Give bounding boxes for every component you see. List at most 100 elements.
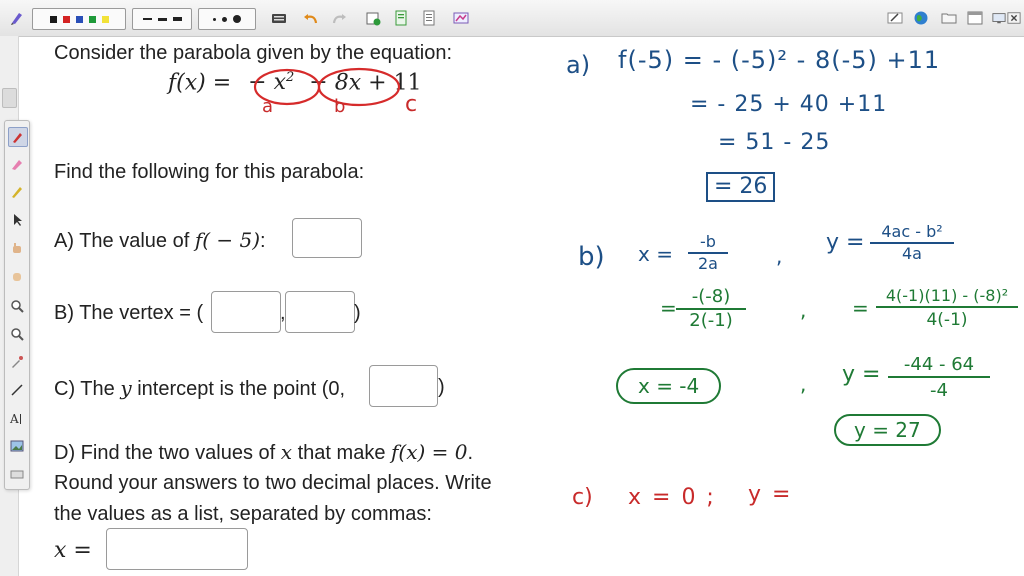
width-thick[interactable] bbox=[233, 15, 241, 23]
part-b-x-lhs: x = bbox=[638, 242, 673, 266]
question-c-close: ) bbox=[438, 376, 445, 398]
line-style-selector[interactable] bbox=[132, 8, 192, 30]
part-b-y-denominator: 4a bbox=[902, 244, 922, 263]
insert-icon[interactable] bbox=[392, 8, 410, 28]
part-b-y-lhs: y = bbox=[826, 230, 865, 255]
svg-text:A: A bbox=[9, 412, 19, 425]
undo-icon[interactable] bbox=[302, 8, 320, 28]
circle-b bbox=[317, 67, 401, 107]
color-black[interactable] bbox=[49, 15, 57, 23]
part-b-y-sub-eq: = bbox=[852, 296, 869, 320]
keyboard-icon[interactable] bbox=[270, 8, 288, 28]
question-c-text-2: intercept is the point (0, bbox=[131, 378, 346, 400]
part-a-label: a) bbox=[566, 51, 591, 79]
screenshot-icon[interactable] bbox=[452, 8, 470, 28]
eyedropper-icon[interactable] bbox=[8, 353, 26, 371]
text-icon[interactable]: A bbox=[8, 409, 26, 427]
pan-icon[interactable] bbox=[8, 267, 26, 285]
question-a-text: A) The value of bbox=[54, 230, 195, 252]
equation-lhs: f(x) = bbox=[168, 70, 232, 96]
zoom-out-icon[interactable] bbox=[8, 325, 26, 343]
part-b-x-answer: x = -4 bbox=[616, 368, 722, 404]
answer-b-x-input[interactable] bbox=[211, 291, 281, 333]
color-yellow[interactable] bbox=[101, 15, 109, 23]
image-icon[interactable] bbox=[8, 437, 26, 455]
width-thin[interactable] bbox=[213, 17, 216, 21]
part-b-comma-2: , bbox=[800, 298, 807, 322]
color-green[interactable] bbox=[88, 15, 96, 23]
width-medium[interactable] bbox=[222, 16, 227, 22]
part-c-work: x = 0 ; bbox=[628, 485, 716, 510]
question-d-line3: the values as a list, separated by comma… bbox=[54, 503, 432, 525]
part-b-y-eval-denominator: -4 bbox=[930, 380, 948, 401]
line-width-selector[interactable] bbox=[198, 8, 256, 30]
question-a-math: f( − 5) bbox=[194, 228, 261, 252]
line-style-thick[interactable] bbox=[172, 17, 182, 21]
tool-palette: A bbox=[4, 120, 30, 490]
part-c-y: y = bbox=[748, 482, 793, 507]
part-b-y-sub-denominator: 4(-1) bbox=[926, 310, 968, 330]
globe-icon[interactable] bbox=[912, 8, 930, 28]
keyboard-icon[interactable] bbox=[8, 465, 26, 483]
question-a-colon: : bbox=[260, 230, 266, 252]
x-label: x = bbox=[54, 538, 92, 563]
part-b-comma-3: , bbox=[800, 372, 807, 396]
color-red[interactable] bbox=[62, 15, 70, 23]
find-heading: Find the following for this parabola: bbox=[54, 161, 365, 183]
marker-icon[interactable] bbox=[8, 183, 26, 201]
question-b-close: ) bbox=[354, 302, 361, 324]
part-b-y-numerator: 4ac - b² bbox=[870, 224, 954, 244]
part-b-y-sub-numerator: 4(-1)(11) - (-8)² bbox=[876, 288, 1018, 308]
zoom-in-icon[interactable] bbox=[8, 297, 26, 315]
part-b-comma-1: , bbox=[776, 244, 783, 268]
new-page-icon[interactable] bbox=[364, 8, 382, 28]
draw-icon[interactable] bbox=[886, 8, 904, 28]
line-style-medium[interactable] bbox=[157, 17, 167, 21]
question-c: C) The y intercept is the point (0, bbox=[54, 376, 345, 401]
line-icon[interactable] bbox=[8, 381, 26, 399]
question-d-line1: D) Find the two values of x that make f(… bbox=[54, 440, 473, 465]
part-b-x-sub-numerator: -(-8) bbox=[676, 288, 746, 310]
pen-icon[interactable] bbox=[8, 127, 28, 147]
part-a-line3: = 51 - 25 bbox=[718, 130, 831, 155]
close-icon[interactable] bbox=[1007, 8, 1021, 28]
label-c: c bbox=[405, 92, 418, 117]
part-b-y-answer: y = 27 bbox=[834, 414, 941, 446]
hand-icon[interactable] bbox=[8, 239, 26, 257]
part-b-y-eval-numerator: -44 - 64 bbox=[888, 356, 990, 378]
answer-a-input[interactable] bbox=[292, 218, 362, 258]
pen-icon[interactable] bbox=[8, 8, 26, 28]
redo-icon[interactable] bbox=[330, 8, 348, 28]
part-b-x-numerator: -b bbox=[688, 234, 728, 254]
question-c-math: y bbox=[120, 376, 132, 400]
part-a-answer: = 26 bbox=[706, 172, 776, 202]
question-d-text: D) Find the two values of bbox=[54, 442, 281, 464]
part-b-label: b) bbox=[578, 242, 605, 272]
question-d-period: . bbox=[467, 442, 474, 464]
part-b-x-sub-denominator: 2(-1) bbox=[689, 310, 733, 331]
question-d-math-fx: f(x) = 0 bbox=[391, 440, 468, 464]
answer-d-input[interactable] bbox=[106, 528, 248, 570]
color-blue[interactable] bbox=[75, 15, 83, 23]
question-a: A) The value of f( − 5): bbox=[54, 228, 266, 253]
part-a-line1: f(-5) = - (-5)² - 8(-5) +11 bbox=[618, 46, 941, 74]
part-b-x-denominator: 2a bbox=[698, 254, 718, 273]
sidebar-toggle[interactable] bbox=[2, 88, 17, 108]
part-b-y-eval-lhs: y = bbox=[842, 362, 881, 387]
answer-b-y-input[interactable] bbox=[285, 291, 355, 333]
window-icon[interactable] bbox=[966, 8, 984, 28]
folder-icon[interactable] bbox=[940, 8, 958, 28]
question-d-line2: Round your answers to two decimal places… bbox=[54, 472, 492, 494]
question-b-text: B) The vertex = ( bbox=[54, 302, 204, 324]
document-icon[interactable] bbox=[420, 8, 438, 28]
label-b: b bbox=[334, 96, 346, 117]
answer-c-input[interactable] bbox=[369, 365, 438, 407]
top-toolbar bbox=[0, 0, 1024, 37]
line-style-dashed[interactable] bbox=[142, 18, 152, 20]
highlighter-icon[interactable] bbox=[8, 155, 26, 173]
select-icon[interactable] bbox=[8, 211, 26, 229]
color-palette[interactable] bbox=[32, 8, 126, 30]
monitor-icon[interactable] bbox=[992, 8, 1006, 28]
label-a: a bbox=[262, 96, 274, 117]
part-a-line2: = - 25 + 40 +11 bbox=[690, 92, 888, 117]
